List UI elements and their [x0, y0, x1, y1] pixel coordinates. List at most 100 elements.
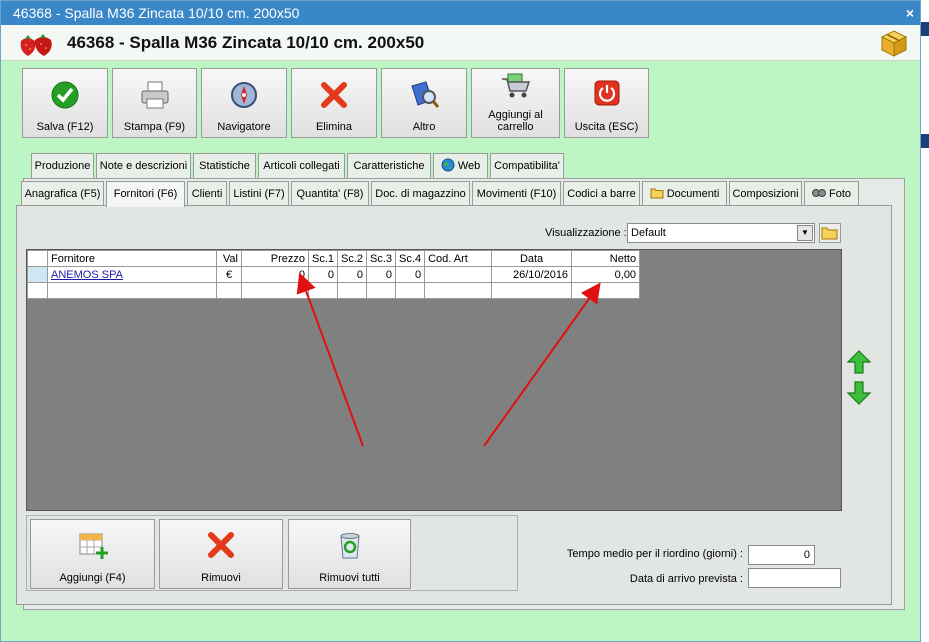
cell-sc1[interactable]: 0 — [307, 266, 339, 283]
row-header-corner — [27, 250, 48, 267]
recycle-bin-icon — [339, 533, 360, 559]
tab-doc-magazzino[interactable]: Doc. di magazzino — [371, 181, 470, 206]
tab-listini[interactable]: Listini (F7) — [229, 181, 289, 206]
folder-icon — [650, 188, 664, 199]
navigator-button[interactable]: Navigatore — [201, 68, 287, 138]
tab-produzione[interactable]: Produzione — [31, 153, 94, 178]
cell-fornitore[interactable]: ANEMOS SPA — [47, 266, 217, 283]
tab-web-label: Web — [457, 160, 481, 172]
col-fornitore[interactable]: Fornitore — [47, 250, 217, 267]
tab-compatibilita[interactable]: Compatibilita' — [490, 153, 564, 178]
tab-web[interactable]: Web — [433, 153, 488, 178]
supplier-table: Fornitore Val Prezzo Sc.1 Sc.2 Sc.3 Sc.4… — [27, 250, 641, 299]
row-selector[interactable] — [27, 266, 48, 283]
cell-empty[interactable] — [491, 282, 573, 299]
tab-codici-barre[interactable]: Codici a barre — [563, 181, 640, 206]
article-window: 46368 - Spalla M36 Zincata 10/10 cm. 200… — [0, 0, 921, 642]
open-folder-icon[interactable] — [819, 223, 841, 243]
cell-empty[interactable] — [571, 282, 641, 299]
cell-empty[interactable] — [366, 282, 397, 299]
tab-documenti-label: Documenti — [666, 188, 720, 200]
col-netto[interactable]: Netto — [571, 250, 641, 267]
col-sc4[interactable]: Sc.4 — [395, 250, 426, 267]
article-header: 46368 - Spalla M36 Zincata 10/10 cm. 200… — [1, 25, 920, 61]
exit-button[interactable]: Uscita (ESC) — [564, 68, 649, 138]
cell-empty[interactable] — [337, 282, 368, 299]
cell-sc3[interactable]: 0 — [366, 266, 397, 283]
supplier-link[interactable]: ANEMOS SPA — [51, 269, 123, 281]
view-label: Visualizzazione : — [545, 227, 627, 239]
add-supplier-button[interactable]: Aggiungi (F4) — [30, 519, 155, 589]
book-search-icon — [411, 81, 440, 108]
remove-button[interactable]: Rimuovi — [159, 519, 283, 589]
row-selector[interactable] — [27, 282, 48, 299]
print-button[interactable]: Stampa (F9) — [112, 68, 197, 138]
add-to-cart-button[interactable]: Aggiungi al carrello — [471, 68, 560, 138]
add-supplier-label: Aggiungi (F4) — [59, 572, 126, 584]
cell-empty[interactable] — [395, 282, 426, 299]
col-prezzo[interactable]: Prezzo — [241, 250, 309, 267]
reorder-time-input[interactable]: 0 — [748, 545, 815, 565]
tab-quantita[interactable]: Quantita' (F8) — [291, 181, 369, 206]
tab-note-descrizioni[interactable]: Note e descrizioni — [96, 153, 191, 178]
package-icon — [880, 30, 908, 57]
view-select[interactable]: Default ▼ — [627, 223, 815, 243]
tab-composizioni[interactable]: Composizioni — [729, 181, 802, 206]
tab-anagrafica[interactable]: Anagrafica (F5) — [21, 181, 104, 206]
cell-sc2[interactable]: 0 — [337, 266, 368, 283]
move-down-icon[interactable] — [845, 379, 873, 407]
delete-label: Elimina — [315, 121, 353, 133]
reorder-time-label: Tempo medio per il riordino (giorni) : — [566, 548, 743, 560]
tab-clienti[interactable]: Clienti — [187, 181, 227, 206]
tab-statistiche[interactable]: Statistiche — [193, 153, 256, 178]
cell-empty[interactable] — [216, 282, 242, 299]
remove-label: Rimuovi — [201, 572, 241, 584]
cell-sc4[interactable]: 0 — [395, 266, 426, 283]
cell-netto[interactable]: 0,00 — [571, 266, 641, 283]
tab-fornitori[interactable]: Fornitori (F6) — [106, 181, 185, 207]
navigator-label: Navigatore — [217, 121, 271, 133]
arrival-date-input[interactable] — [748, 568, 841, 588]
supplier-grid: Fornitore Val Prezzo Sc.1 Sc.2 Sc.3 Sc.4… — [26, 249, 842, 511]
save-button[interactable]: Salva (F12) — [22, 68, 108, 138]
col-sc1[interactable]: Sc.1 — [307, 250, 339, 267]
cell-prezzo[interactable]: 0 — [241, 266, 309, 283]
tab-caratteristiche[interactable]: Caratteristiche — [347, 153, 431, 178]
tab-foto[interactable]: Foto — [804, 181, 859, 206]
add-to-cart-label-line1: Aggiungi al — [488, 109, 543, 121]
chevron-down-icon[interactable]: ▼ — [797, 225, 813, 241]
remove-all-button[interactable]: Rimuovi tutti — [288, 519, 411, 589]
tab-movimenti[interactable]: Movimenti (F10) — [472, 181, 561, 206]
delete-button[interactable]: Elimina — [291, 68, 377, 138]
cell-empty[interactable] — [47, 282, 217, 299]
window-title: 46368 - Spalla M36 Zincata 10/10 cm. 200… — [13, 5, 300, 21]
tab-documenti[interactable]: Documenti — [642, 181, 727, 206]
col-data[interactable]: Data — [491, 250, 573, 267]
compass-icon — [231, 82, 257, 108]
col-cod-art[interactable]: Cod. Art — [424, 250, 493, 267]
globe-icon — [441, 158, 455, 172]
cell-empty[interactable] — [307, 282, 339, 299]
article-title: 46368 - Spalla M36 Zincata 10/10 cm. 200… — [67, 33, 425, 52]
move-up-icon[interactable] — [845, 348, 873, 376]
cell-data[interactable]: 26/10/2016 — [491, 266, 573, 283]
close-icon[interactable]: × — [906, 1, 914, 25]
table-header-row: Fornitore Val Prezzo Sc.1 Sc.2 Sc.3 Sc.4… — [27, 250, 641, 267]
cell-val[interactable]: € — [216, 266, 242, 283]
other-button[interactable]: Altro — [381, 68, 467, 138]
cell-empty[interactable] — [424, 282, 493, 299]
table-row-new[interactable] — [27, 282, 641, 299]
cell-empty[interactable] — [241, 282, 309, 299]
camera-icon — [811, 189, 826, 197]
col-val[interactable]: Val — [216, 250, 242, 267]
col-sc3[interactable]: Sc.3 — [366, 250, 397, 267]
remove-all-label: Rimuovi tutti — [319, 572, 380, 584]
tab-articoli-collegati[interactable]: Articoli collegati — [258, 153, 345, 178]
table-row[interactable]: ANEMOS SPA € 0 0 0 0 0 26/10/2016 0,00 — [27, 266, 641, 283]
cell-cod-art[interactable] — [424, 266, 493, 283]
add-to-cart-label-line2: carrello — [497, 121, 534, 133]
exit-label: Uscita (ESC) — [574, 121, 639, 133]
col-sc2[interactable]: Sc.2 — [337, 250, 368, 267]
arrival-date-label: Data di arrivo prevista : — [629, 573, 743, 585]
add-to-cart-label: Aggiungi al carrello — [472, 109, 559, 133]
